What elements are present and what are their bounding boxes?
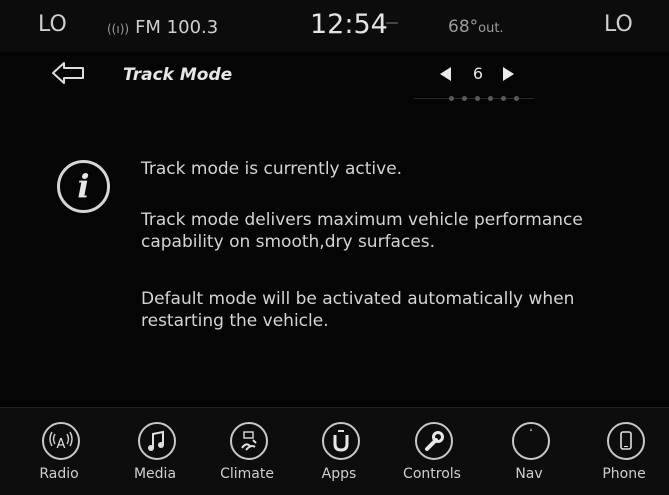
- page-dot: [462, 96, 467, 101]
- nav-item-controls[interactable]: Controls: [394, 422, 474, 494]
- compass-icon: [512, 422, 550, 460]
- page-dot: [488, 96, 493, 101]
- antenna-icon: ((ı)): [107, 22, 130, 36]
- previous-page-button[interactable]: [440, 67, 451, 81]
- music-note-icon: [138, 422, 176, 460]
- temp-value: 68°: [448, 17, 479, 37]
- wrench-icon: [415, 422, 453, 460]
- status-divider: [386, 22, 398, 24]
- bottom-nav-bar: A Radio Media Climate Apps Controls Nav …: [0, 407, 669, 495]
- back-arrow-icon[interactable]: [51, 61, 85, 85]
- nav-label: Phone: [602, 466, 646, 482]
- nav-item-radio[interactable]: A Radio: [21, 422, 101, 494]
- info-icon: i: [57, 160, 110, 213]
- page-title: Track Mode: [123, 65, 233, 85]
- page-indicator-dots: [449, 96, 529, 102]
- temp-suffix: out.: [478, 21, 504, 36]
- message-line-2: Track mode delivers maximum vehicle perf…: [141, 210, 583, 252]
- next-page-button[interactable]: [503, 67, 514, 81]
- nav-item-phone[interactable]: Phone: [586, 422, 666, 494]
- nav-item-apps[interactable]: Apps: [301, 422, 381, 494]
- infotainment-screen: LO ((ı)) FM 100.3 12:54 68°out. LO Track …: [0, 0, 669, 495]
- page-number: 6: [472, 64, 484, 83]
- nav-label: Apps: [321, 466, 357, 482]
- nav-label: Climate: [220, 466, 274, 482]
- nav-label: Media: [133, 466, 177, 482]
- radio-station: FM 100.3: [135, 17, 219, 38]
- outside-temperature: 68°out.: [448, 17, 504, 37]
- phone-icon: [607, 422, 645, 460]
- nav-item-nav[interactable]: Nav: [491, 422, 571, 494]
- page-dot: [449, 96, 454, 101]
- nav-item-media[interactable]: Media: [117, 422, 197, 494]
- clock: 12:54: [310, 9, 388, 40]
- nav-item-climate[interactable]: Climate: [209, 422, 289, 494]
- pager: 6: [436, 64, 520, 88]
- message-line-3: Default mode will be activated automatic…: [141, 289, 575, 331]
- climate-icon: [230, 422, 268, 460]
- message-line-1: Track mode is currently active.: [141, 159, 403, 179]
- radio-status[interactable]: ((ı)) FM 100.3: [107, 17, 218, 38]
- status-bar: LO ((ı)) FM 100.3 12:54 68°out. LO: [0, 0, 669, 52]
- radio-icon: A: [42, 422, 80, 460]
- nav-label: Nav: [515, 466, 543, 482]
- left-climate-zone[interactable]: LO: [38, 12, 67, 37]
- apps-icon: [322, 422, 360, 460]
- svg-text:A: A: [57, 437, 66, 452]
- page-dot: [501, 96, 506, 101]
- page-dot: [475, 96, 480, 101]
- right-climate-zone[interactable]: LO: [604, 12, 633, 37]
- nav-label: Radio: [39, 466, 79, 482]
- page-dot: [514, 96, 519, 101]
- nav-label: Controls: [403, 466, 461, 482]
